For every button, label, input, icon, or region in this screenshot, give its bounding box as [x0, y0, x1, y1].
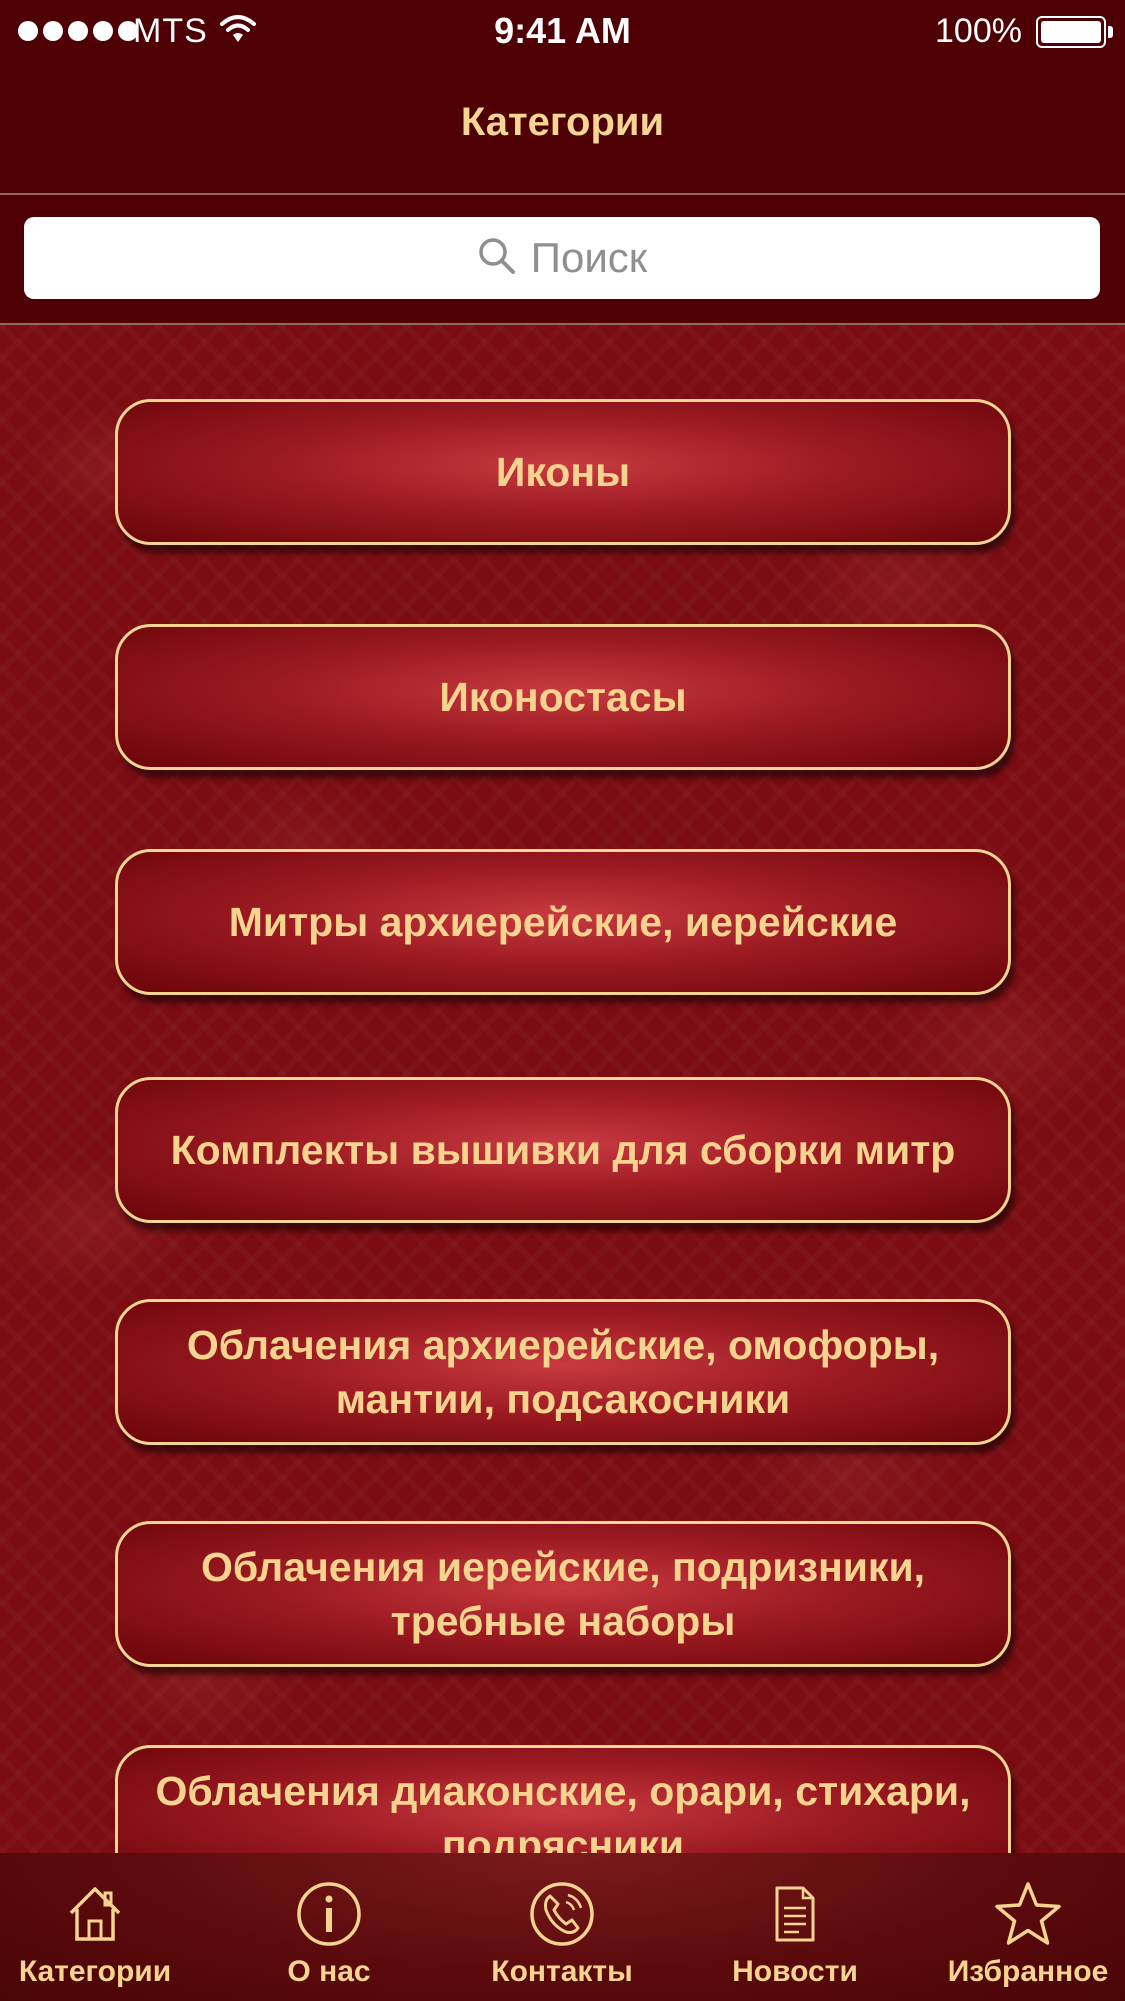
home-icon — [65, 1879, 125, 1949]
category-label: Иконы — [495, 449, 631, 495]
category-label: Облачения иерейские, подризники, требные… — [200, 1544, 926, 1644]
category-label: Митры архиерейские, иерейские — [228, 899, 898, 945]
document-icon — [771, 1879, 819, 1949]
battery-percentage: 100% — [935, 12, 1022, 50]
search-input[interactable]: Поиск — [24, 217, 1100, 299]
category-button-icons[interactable]: Иконы — [115, 399, 1011, 545]
status-bar: MTS 9:41 AM 100% — [0, 0, 1125, 62]
category-button-mitre-embroidery-kits[interactable]: Комплекты вышивки для сборки митр — [115, 1077, 1011, 1223]
category-button-iconostases[interactable]: Иконостасы — [115, 624, 1011, 770]
category-button-mitres[interactable]: Митры архиерейские, иерейские — [115, 849, 1011, 995]
category-label: Комплекты вышивки для сборки митр — [170, 1127, 956, 1173]
tab-bar: Категории О нас Контакты Новости Избранн… — [0, 1853, 1125, 2001]
tab-label: Контакты — [491, 1955, 633, 1988]
category-button-deacon-vestments[interactable]: Облачения диаконские, орари, стихари, по… — [115, 1745, 1011, 1853]
tab-contacts[interactable]: Контакты — [467, 1853, 657, 2001]
page-title: Категории — [460, 100, 665, 144]
category-label: Иконостасы — [439, 674, 687, 720]
tab-label: Категории — [18, 1955, 172, 1988]
search-placeholder: Поиск — [530, 234, 648, 281]
tab-label: Избранное — [947, 1955, 1109, 1988]
category-list: Иконы Иконостасы Митры архиерейские, иер… — [0, 325, 1125, 1853]
info-icon — [295, 1879, 363, 1949]
battery-icon — [1036, 16, 1113, 48]
tab-favorites[interactable]: Избранное — [933, 1853, 1123, 2001]
tab-label: О нас — [287, 1955, 371, 1988]
tab-label: Новости — [732, 1955, 858, 1988]
category-button-priest-vestments[interactable]: Облачения иерейские, подризники, требные… — [115, 1521, 1011, 1667]
star-icon — [993, 1879, 1063, 1949]
search-bar: Поиск — [0, 195, 1125, 325]
navigation-bar: Категории — [0, 62, 1125, 195]
phone-icon — [528, 1879, 596, 1949]
tab-about[interactable]: О нас — [234, 1853, 424, 2001]
category-label: Облачения архиерейские, омофоры, мантии,… — [186, 1322, 940, 1422]
tab-categories[interactable]: Категории — [0, 1853, 190, 2001]
tab-news[interactable]: Новости — [700, 1853, 890, 2001]
category-label: Облачения диаконские, орари, стихари, по… — [155, 1768, 971, 1853]
search-icon — [477, 236, 517, 281]
category-button-bishop-vestments[interactable]: Облачения архиерейские, омофоры, мантии,… — [115, 1299, 1011, 1445]
